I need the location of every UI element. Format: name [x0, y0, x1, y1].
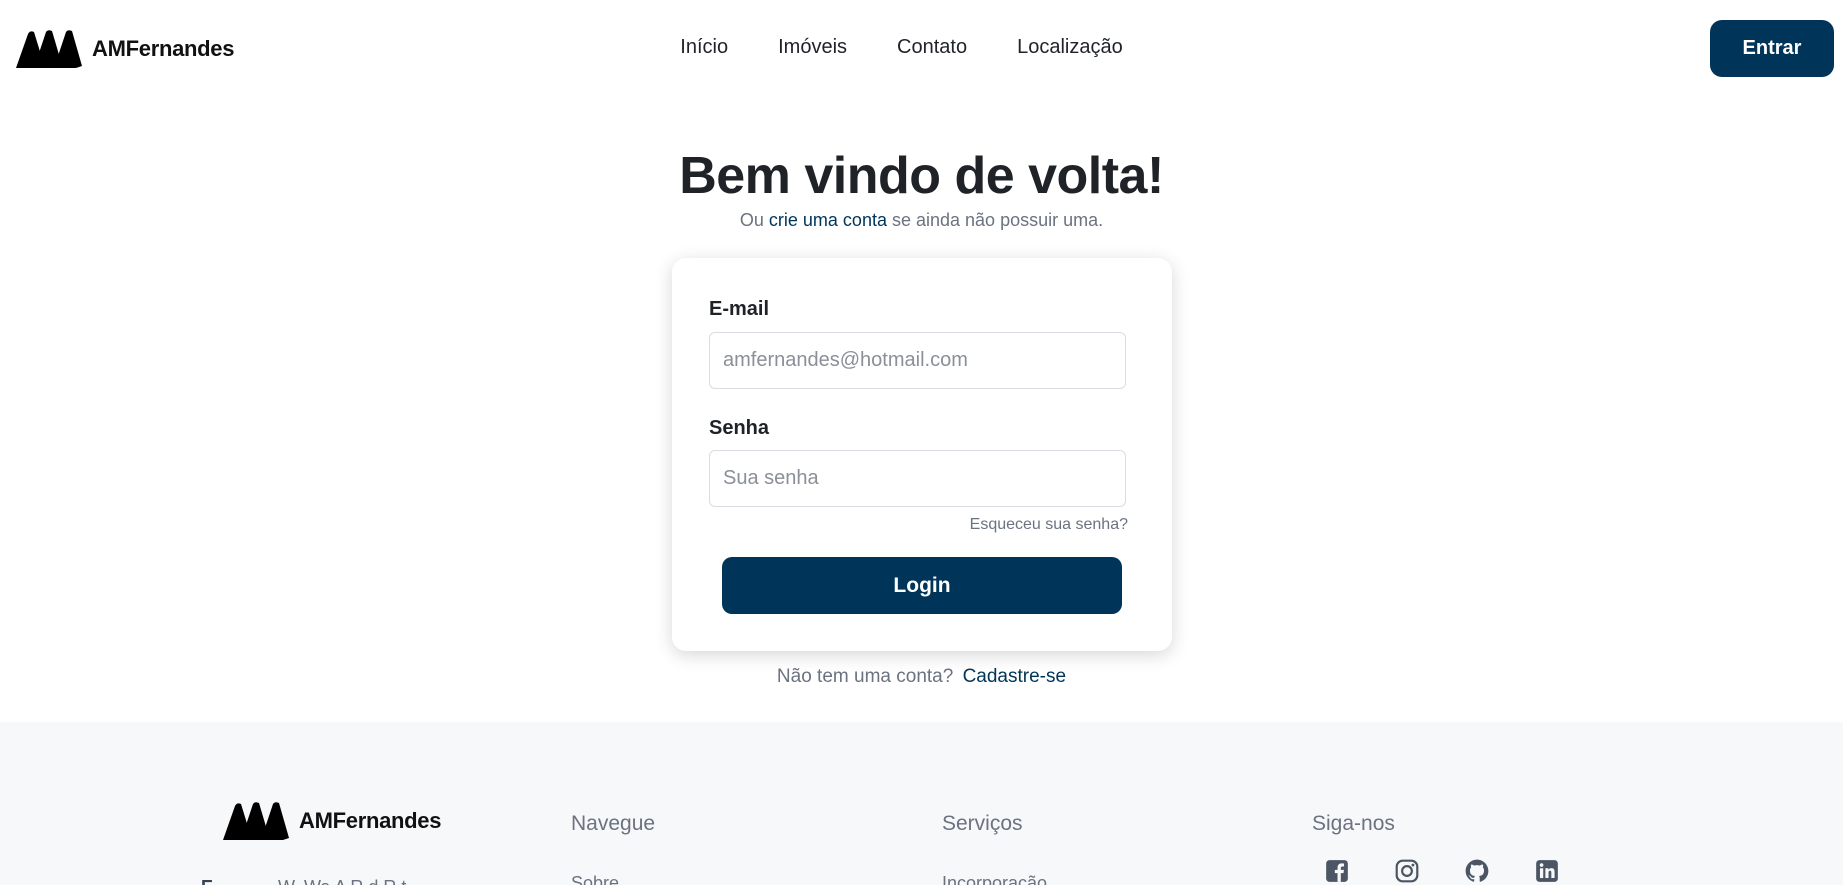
footer-address-text: W. Wa A R d R t [278, 877, 406, 885]
email-field[interactable] [709, 332, 1126, 389]
nav-localizacao[interactable]: Localização [1017, 36, 1123, 59]
password-label: Senha [709, 417, 770, 439]
footer-heading-navegue: Navegue [571, 812, 656, 835]
nav-inicio[interactable]: Início [680, 36, 728, 59]
instagram-icon[interactable] [1394, 858, 1420, 884]
logo-mark-icon [223, 802, 289, 840]
footer-heading-servicos: Serviços [942, 812, 1023, 835]
page-title: Bem vindo de volta! [679, 147, 1164, 205]
login-card: E-mail Senha Esqueceu sua senha? Login [672, 258, 1172, 651]
footer-brand-logo[interactable]: AMFernandes [221, 800, 441, 842]
no-account-text: Não tem uma conta? [776, 666, 954, 687]
footer-link-sobre[interactable]: Sobre [571, 873, 619, 885]
nav-imoveis[interactable]: Imóveis [778, 36, 847, 59]
email-label: E-mail [709, 298, 770, 320]
signup-prompt: Não tem uma conta? Cadastre-se [0, 666, 1843, 688]
github-icon[interactable] [1464, 858, 1490, 884]
facebook-icon[interactable] [1324, 858, 1350, 884]
subtitle-prefix: Ou [739, 210, 764, 230]
footer-address-label: E [201, 877, 213, 885]
header-login-button[interactable]: Entrar [1710, 20, 1834, 77]
linkedin-icon[interactable] [1534, 858, 1560, 884]
footer-link-incorporacao[interactable]: Incorporação [942, 873, 1047, 885]
footer-heading-siga-nos: Siga-nos [1312, 812, 1395, 835]
password-field[interactable] [709, 450, 1126, 507]
page-subtitle: Ou crie uma conta se ainda não possuir u… [0, 210, 1843, 231]
site-header: AMFernandes Início Imóveis Contato Local… [0, 0, 1843, 96]
subtitle-suffix: se ainda não possuir uma. [891, 210, 1104, 230]
login-button[interactable]: Login [722, 557, 1122, 614]
create-account-link[interactable]: crie uma conta [769, 210, 887, 230]
footer-address: E W. Wa A R d R t [201, 877, 406, 885]
signup-link[interactable]: Cadastre-se [963, 666, 1067, 687]
forgot-password-link[interactable]: Esqueceu sua senha? [970, 516, 1128, 534]
social-links [1324, 858, 1560, 884]
main-nav: Início Imóveis Contato Localização [0, 36, 1843, 59]
nav-contato[interactable]: Contato [897, 36, 967, 59]
footer-brand-name: AMFernandes [299, 808, 442, 833]
site-footer: AMFernandes E W. Wa A R d R t Navegue So… [0, 722, 1843, 885]
